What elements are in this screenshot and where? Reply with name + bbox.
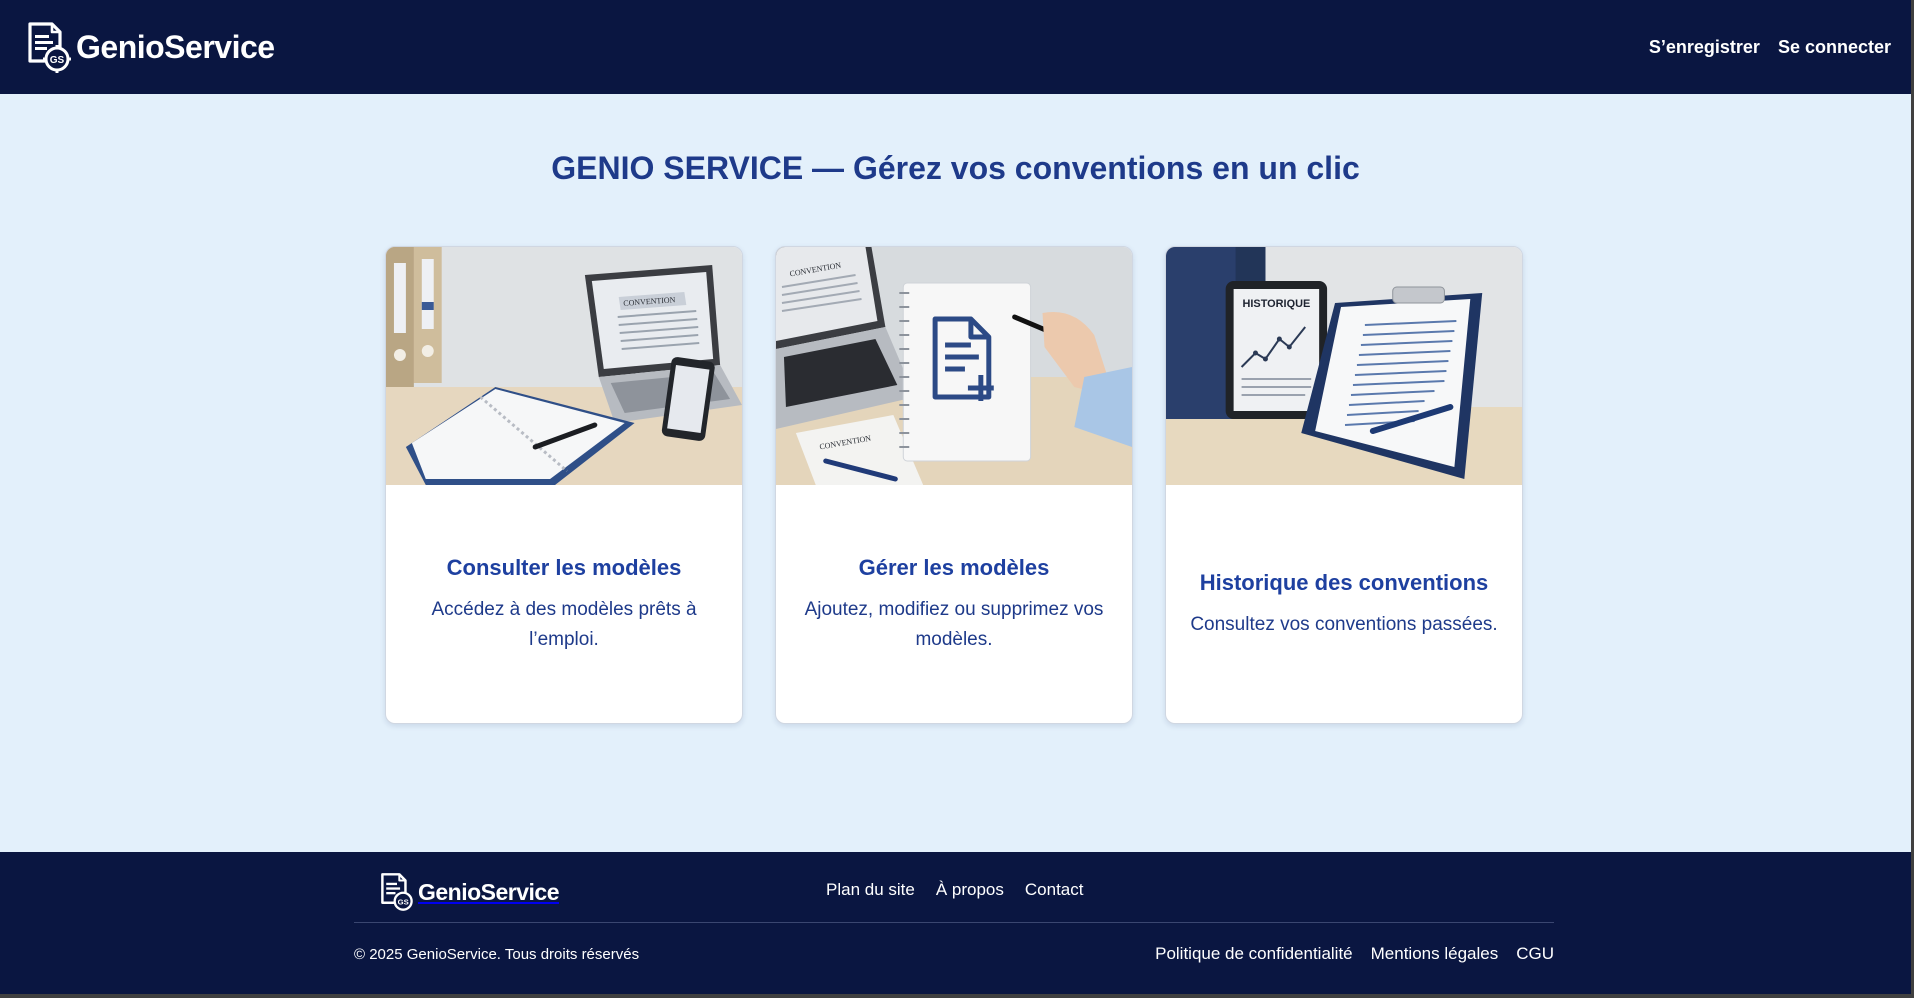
tablet-label: HISTORIQUE xyxy=(1242,298,1310,310)
card-description: Ajoutez, modifiez ou supprimez vos modèl… xyxy=(804,599,1104,650)
footer-link-contact[interactable]: Contact xyxy=(1025,880,1084,900)
footer-inner: GS GenioService Plan du site À propos Co… xyxy=(354,852,1554,994)
svg-text:GS: GS xyxy=(398,897,409,906)
legal-nav: Politique de confidentialité Mentions lé… xyxy=(1155,944,1554,964)
document-gear-icon: GS xyxy=(381,873,413,911)
svg-text:GS: GS xyxy=(50,55,65,66)
card-description: Consultez vos conventions passées. xyxy=(1190,614,1498,635)
card-body: Consulter les modèles Accédez à des modè… xyxy=(386,485,742,723)
legal-link-privacy[interactable]: Politique de confidentialité xyxy=(1155,944,1353,964)
card-title: Gérer les modèles xyxy=(858,555,1050,580)
card-title: Historique des conventions xyxy=(1199,570,1489,595)
register-link[interactable]: S’enregistrer xyxy=(1649,37,1760,58)
document-gear-icon: GS xyxy=(28,22,71,73)
site-footer: GS GenioService Plan du site À propos Co… xyxy=(0,852,1911,994)
feature-cards: CONVENTION Consulter les modèles Accédez… xyxy=(385,246,1523,724)
main-content: GENIO SERVICE — Gérez vos conventions en… xyxy=(0,94,1911,852)
header-logo[interactable]: GS GenioService xyxy=(26,21,275,73)
copyright-text: © 2025 GenioService. Tous droits réservé… xyxy=(354,946,640,963)
card-description: Accédez à des modèles prêts à l’emploi. xyxy=(431,599,697,650)
card-manage-templates[interactable]: CONVENTION CONVENTION Gérer les modèles … xyxy=(775,246,1133,724)
card-image-notebook-hand: CONVENTION CONVENTION xyxy=(776,247,1132,485)
card-consult-templates[interactable]: CONVENTION Consulter les modèles Accédez… xyxy=(385,246,743,724)
legal-link-notices[interactable]: Mentions légales xyxy=(1371,944,1499,964)
footer-nav: Plan du site À propos Contact xyxy=(826,880,1083,900)
card-image-tablet-clipboard: HISTORIQUE xyxy=(1166,247,1522,485)
logo-text: GenioService xyxy=(76,28,275,65)
page-title: GENIO SERVICE — Gérez vos conventions en… xyxy=(551,150,1360,186)
site-header: GS GenioService S’enregistrer Se connect… xyxy=(0,0,1911,94)
footer-logo-text: GenioService xyxy=(418,878,560,905)
card-body: Gérer les modèles Ajoutez, modifiez ou s… xyxy=(776,485,1132,723)
footer-divider xyxy=(354,922,1554,923)
footer-link-sitemap[interactable]: Plan du site xyxy=(826,880,915,900)
viewport: GS GenioService S’enregistrer Se connect… xyxy=(0,0,1911,994)
login-link[interactable]: Se connecter xyxy=(1778,37,1891,58)
card-history[interactable]: HISTORIQUE Historique des conventions Co… xyxy=(1165,246,1523,724)
header-nav: S’enregistrer Se connecter xyxy=(1649,37,1891,58)
legal-link-terms[interactable]: CGU xyxy=(1516,944,1554,964)
card-title: Consulter les modèles xyxy=(446,555,682,580)
card-body: Historique des conventions Consultez vos… xyxy=(1166,485,1522,723)
footer-link-about[interactable]: À propos xyxy=(936,880,1004,900)
card-image-laptop-binders: CONVENTION xyxy=(386,247,742,485)
footer-logo[interactable]: GS GenioService xyxy=(378,872,560,912)
